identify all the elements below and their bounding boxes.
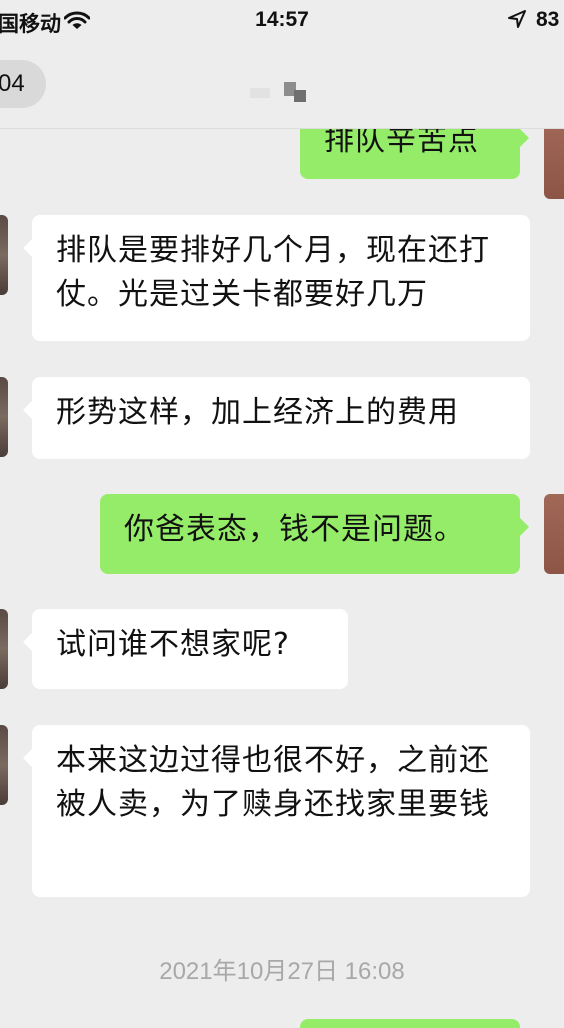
contact-avatar[interactable]	[0, 609, 8, 689]
unread-count: 04	[0, 70, 25, 97]
message-list[interactable]: 排队辛苦点 排队是要排好几个月，现在还打仗。光是过关卡都要好几万 形势这样，加上…	[0, 129, 564, 1028]
message-incoming[interactable]: 试问谁不想家呢?	[23, 609, 348, 689]
my-avatar[interactable]	[544, 494, 564, 574]
message-text: 形势这样，加上经济上的费用	[56, 395, 459, 430]
contact-avatar[interactable]	[0, 725, 8, 805]
clock-time: 14:57	[255, 8, 309, 31]
message-text: 排队是要排好几个月，现在还打仗。光是过关卡都要好几万	[56, 233, 490, 312]
contact-name-blurred	[250, 76, 310, 106]
message-outgoing-partial[interactable]	[300, 1019, 520, 1028]
contact-avatar[interactable]	[0, 377, 8, 457]
message-incoming[interactable]: 形势这样，加上经济上的费用	[23, 377, 530, 459]
message-outgoing[interactable]: 你爸表态，钱不是问题。	[100, 494, 529, 574]
message-text: 排队辛苦点	[324, 129, 479, 158]
battery-percent: 83	[536, 8, 560, 31]
location-arrow-icon	[508, 10, 526, 34]
message-outgoing[interactable]: 排队辛苦点	[300, 129, 529, 179]
message-text: 你爸表态，钱不是问题。	[124, 512, 465, 547]
status-bar: 国移动 14:57 83	[0, 0, 564, 44]
message-incoming[interactable]: 本来这边过得也很不好，之前还被人卖，为了赎身还找家里要钱	[23, 725, 530, 897]
my-avatar[interactable]	[544, 129, 564, 199]
message-text: 本来这边过得也很不好，之前还被人卖，为了赎身还找家里要钱	[56, 743, 490, 822]
message-incoming[interactable]: 排队是要排好几个月，现在还打仗。光是过关卡都要好几万	[23, 215, 530, 341]
contact-avatar[interactable]	[0, 215, 8, 295]
chat-header: 04	[0, 44, 564, 129]
message-text: 试问谁不想家呢?	[56, 627, 290, 662]
message-timestamp: 2021年10月27日 16:08	[159, 958, 405, 985]
